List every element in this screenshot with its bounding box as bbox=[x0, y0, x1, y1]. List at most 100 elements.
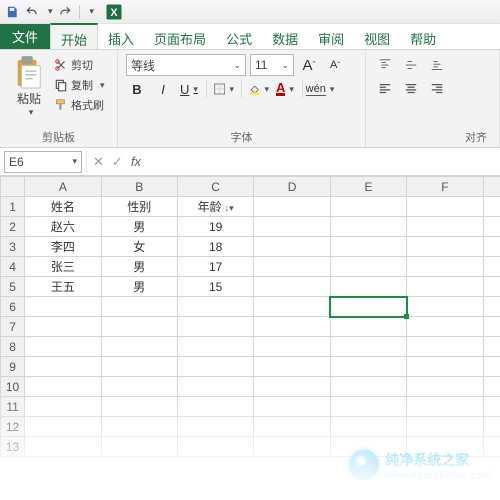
cell[interactable]: 18 bbox=[177, 237, 253, 257]
tab-file[interactable]: 文件 bbox=[0, 24, 50, 49]
cell[interactable] bbox=[330, 417, 406, 437]
cell[interactable] bbox=[254, 297, 330, 317]
format-painter-button[interactable]: 格式刷 bbox=[52, 96, 107, 114]
cell[interactable] bbox=[330, 397, 406, 417]
filter-sort-icon[interactable]: ↓▾ bbox=[225, 203, 234, 214]
cell[interactable] bbox=[483, 397, 500, 417]
save-icon[interactable] bbox=[4, 4, 20, 20]
align-left-button[interactable] bbox=[374, 78, 396, 100]
col-header[interactable]: G bbox=[483, 177, 500, 197]
align-center-button[interactable] bbox=[400, 78, 422, 100]
cell[interactable]: 李四 bbox=[25, 237, 101, 257]
cell[interactable] bbox=[330, 257, 406, 277]
align-top-button[interactable] bbox=[374, 54, 396, 76]
paste-dropdown-icon[interactable]: ▾ bbox=[29, 107, 34, 118]
cell[interactable]: 姓名 bbox=[25, 197, 101, 217]
font-color-button[interactable]: A▾ bbox=[274, 78, 296, 100]
cell[interactable] bbox=[254, 377, 330, 397]
formula-input[interactable] bbox=[149, 151, 494, 173]
tab-formulas[interactable]: 公式 bbox=[216, 24, 262, 49]
cell[interactable] bbox=[101, 357, 177, 377]
cell[interactable] bbox=[407, 197, 483, 217]
cell[interactable]: 17 bbox=[177, 257, 253, 277]
redo-icon[interactable] bbox=[57, 4, 73, 20]
tab-insert[interactable]: 插入 bbox=[98, 24, 144, 49]
col-header[interactable]: F bbox=[407, 177, 483, 197]
row-header[interactable]: 8 bbox=[1, 337, 25, 357]
col-header[interactable]: E bbox=[330, 177, 406, 197]
cell[interactable] bbox=[101, 437, 177, 457]
font-name-select[interactable]: 等线⌄ bbox=[126, 54, 246, 76]
cell[interactable] bbox=[330, 337, 406, 357]
cell[interactable] bbox=[254, 217, 330, 237]
align-bottom-button[interactable] bbox=[426, 54, 448, 76]
borders-button[interactable]: ▾ bbox=[213, 78, 235, 100]
cell[interactable] bbox=[407, 337, 483, 357]
cell[interactable]: 19 bbox=[177, 217, 253, 237]
name-box[interactable]: E6 ▾ bbox=[4, 151, 82, 173]
cut-button[interactable]: 剪切 bbox=[52, 56, 107, 74]
cell[interactable] bbox=[407, 397, 483, 417]
cell[interactable] bbox=[483, 257, 500, 277]
tab-home[interactable]: 开始 bbox=[50, 23, 98, 49]
cell[interactable] bbox=[254, 317, 330, 337]
col-header[interactable]: B bbox=[101, 177, 177, 197]
tab-help[interactable]: 帮助 bbox=[400, 24, 446, 49]
cell[interactable] bbox=[483, 357, 500, 377]
row-header[interactable]: 10 bbox=[1, 377, 25, 397]
cell[interactable] bbox=[101, 377, 177, 397]
cell[interactable] bbox=[483, 277, 500, 297]
cell[interactable] bbox=[101, 337, 177, 357]
cell[interactable] bbox=[407, 357, 483, 377]
cell[interactable]: 性别 bbox=[101, 197, 177, 217]
cell[interactable] bbox=[483, 417, 500, 437]
cell[interactable] bbox=[483, 337, 500, 357]
cell[interactable] bbox=[483, 297, 500, 317]
cancel-formula-icon[interactable]: ✕ bbox=[93, 154, 104, 170]
undo-icon[interactable] bbox=[24, 4, 40, 20]
cell[interactable] bbox=[25, 397, 101, 417]
cell[interactable] bbox=[177, 297, 253, 317]
cell[interactable]: 男 bbox=[101, 277, 177, 297]
cell[interactable] bbox=[101, 397, 177, 417]
cell[interactable]: 男 bbox=[101, 217, 177, 237]
cell[interactable] bbox=[177, 397, 253, 417]
italic-button[interactable]: I bbox=[152, 78, 174, 100]
decrease-font-button[interactable]: Aˇ bbox=[324, 54, 346, 76]
cell[interactable]: 年龄↓▾ bbox=[177, 197, 253, 217]
cell[interactable] bbox=[407, 377, 483, 397]
cell[interactable] bbox=[407, 297, 483, 317]
cell[interactable] bbox=[254, 337, 330, 357]
cell[interactable] bbox=[330, 357, 406, 377]
cell[interactable] bbox=[25, 437, 101, 457]
row-header[interactable]: 2 bbox=[1, 217, 25, 237]
row-header[interactable]: 11 bbox=[1, 397, 25, 417]
cell[interactable] bbox=[483, 437, 500, 457]
cell[interactable] bbox=[330, 237, 406, 257]
tab-data[interactable]: 数据 bbox=[262, 24, 308, 49]
increase-font-button[interactable]: Aˆ bbox=[298, 54, 320, 76]
cell[interactable] bbox=[101, 317, 177, 337]
underline-button[interactable]: U▾ bbox=[178, 78, 200, 100]
cell[interactable] bbox=[177, 357, 253, 377]
row-header[interactable]: 6 bbox=[1, 297, 25, 317]
cell[interactable]: 女 bbox=[101, 237, 177, 257]
cell[interactable] bbox=[254, 437, 330, 457]
bold-button[interactable]: B bbox=[126, 78, 148, 100]
tab-review[interactable]: 审阅 bbox=[308, 24, 354, 49]
cell[interactable] bbox=[177, 337, 253, 357]
row-header[interactable]: 1 bbox=[1, 197, 25, 217]
cell[interactable] bbox=[407, 257, 483, 277]
cell[interactable] bbox=[330, 197, 406, 217]
cell[interactable] bbox=[407, 317, 483, 337]
col-header[interactable]: D bbox=[254, 177, 330, 197]
enter-formula-icon[interactable]: ✓ bbox=[112, 154, 123, 170]
cell[interactable] bbox=[177, 377, 253, 397]
align-middle-button[interactable] bbox=[400, 54, 422, 76]
cell[interactable]: 王五 bbox=[25, 277, 101, 297]
row-header[interactable]: 12 bbox=[1, 417, 25, 437]
paste-button[interactable]: 粘贴 ▾ bbox=[8, 54, 50, 120]
row-header[interactable]: 7 bbox=[1, 317, 25, 337]
fill-color-button[interactable]: ▾ bbox=[248, 78, 270, 100]
spreadsheet-grid[interactable]: A B C D E F G 1姓名性别年龄↓▾2赵六男193李四女184张三男1… bbox=[0, 176, 500, 457]
